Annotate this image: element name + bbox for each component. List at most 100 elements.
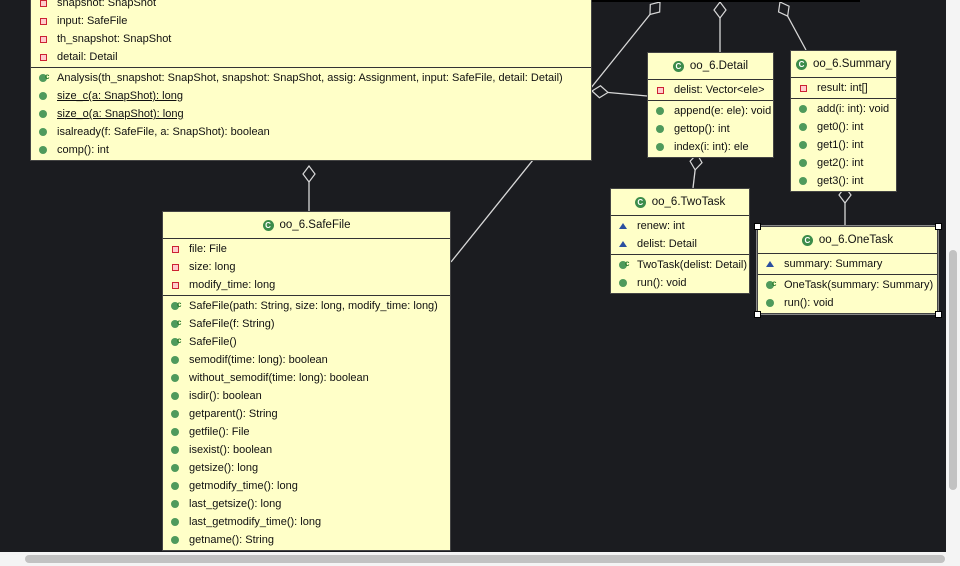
field-text: file: File xyxy=(189,243,227,255)
method-text: isalready(f: SafeFile, a: SnapShot): boo… xyxy=(57,126,270,138)
method-row[interactable]: gettop(): int xyxy=(648,120,773,138)
vertical-scrollbar-thumb[interactable] xyxy=(949,250,957,490)
method-row[interactable]: get2(): int xyxy=(791,154,896,172)
method-row[interactable]: add(i: int): void xyxy=(791,100,896,118)
field-row[interactable]: file: File xyxy=(163,240,450,258)
public-method-icon xyxy=(797,123,809,131)
method-text: append(e: ele): void xyxy=(674,105,772,117)
method-text: getfile(): File xyxy=(189,426,250,438)
method-row[interactable]: last_getmodify_time(): long xyxy=(163,513,450,531)
methods-section: TwoTask(delist: Detail) run(): void xyxy=(611,255,749,293)
method-text: without_semodif(time: long): boolean xyxy=(189,372,369,384)
method-row[interactable]: isalready(f: SafeFile, a: SnapShot): boo… xyxy=(31,123,591,141)
horizontal-scrollbar-thumb[interactable] xyxy=(25,555,945,563)
field-row[interactable]: delist: Detail xyxy=(611,235,749,253)
method-row[interactable]: index(i: int): ele xyxy=(648,138,773,156)
method-text: get0(): int xyxy=(817,121,864,133)
method-row[interactable]: getfile(): File xyxy=(163,423,450,441)
method-row[interactable]: SafeFile() xyxy=(163,332,450,351)
horizontal-scrollbar[interactable] xyxy=(0,552,960,566)
field-row[interactable]: result: int[] xyxy=(791,79,896,97)
public-method-icon xyxy=(37,92,49,100)
method-row[interactable]: getmodify_time(): long xyxy=(163,477,450,495)
class-summary[interactable]: Coo_6.Summary result: int[] add(i: int): v… xyxy=(790,50,897,192)
class-safefile[interactable]: Coo_6.SafeFile file: File size: long modify… xyxy=(162,211,451,551)
class-icon: C xyxy=(262,219,274,231)
method-row[interactable]: isexist(): boolean xyxy=(163,441,450,459)
public-method-icon xyxy=(169,500,181,508)
field-row[interactable]: renew: int xyxy=(611,217,749,235)
method-row[interactable]: OneTask(summary: Summary) xyxy=(758,275,937,294)
method-row[interactable]: get3(): int xyxy=(791,172,896,190)
selection-handle[interactable] xyxy=(935,223,942,230)
method-row[interactable]: SafeFile(f: String) xyxy=(163,314,450,333)
public-method-icon xyxy=(617,279,629,287)
private-field-icon xyxy=(797,84,809,92)
class-icon: C xyxy=(672,60,684,72)
field-row[interactable]: summary: Summary xyxy=(758,255,937,273)
field-row[interactable]: th_snapshot: SnapShot xyxy=(31,30,591,48)
class-analysis[interactable]: snapshot: SnapShot input: SafeFile th_snap… xyxy=(30,0,592,161)
methods-section: Analysis(th_snapshot: SnapShot, snapshot… xyxy=(31,68,591,160)
method-row[interactable]: TwoTask(delist: Detail) xyxy=(611,255,749,274)
class-onetask[interactable]: Coo_6.OneTask summary: Summary OneTask(sum… xyxy=(756,225,939,315)
method-row[interactable]: Analysis(th_snapshot: SnapShot, snapshot… xyxy=(31,68,591,87)
field-row[interactable]: modify_time: long xyxy=(163,276,450,294)
class-detail[interactable]: Coo_6.Detail delist: Vector<ele> append(e:… xyxy=(647,52,774,158)
field-row[interactable]: detail: Detail xyxy=(31,48,591,66)
method-text: size_o(a: SnapShot): long xyxy=(57,108,184,120)
class-name: oo_6.Detail xyxy=(689,60,749,72)
class-icon: C xyxy=(634,196,646,208)
method-row[interactable]: isdir(): boolean xyxy=(163,387,450,405)
method-row[interactable]: SafeFile(path: String, size: long, modif… xyxy=(163,296,450,315)
vertical-scrollbar[interactable] xyxy=(946,0,960,552)
method-row[interactable]: getparent(): String xyxy=(163,405,450,423)
aggregation-diamond-icon xyxy=(777,1,790,17)
method-row[interactable]: size_o(a: SnapShot): long xyxy=(31,105,591,123)
public-method-icon xyxy=(654,107,666,115)
public-method-icon xyxy=(797,105,809,113)
method-row[interactable]: getsize(): long xyxy=(163,459,450,477)
method-text: SafeFile(f: String) xyxy=(189,318,275,330)
aggregation-diamond-icon xyxy=(591,85,609,99)
method-text: last_getmodify_time(): long xyxy=(189,516,322,528)
public-method-icon xyxy=(797,177,809,185)
private-field-icon xyxy=(37,0,49,7)
class-header: Coo_6.Detail xyxy=(648,53,773,80)
method-row[interactable]: last_getsize(): long xyxy=(163,495,450,513)
field-row[interactable]: delist: Vector<ele> xyxy=(648,81,773,99)
private-field-icon xyxy=(37,17,49,25)
method-row[interactable]: append(e: ele): void xyxy=(648,102,773,120)
aggregation-diamond-icon xyxy=(649,1,661,16)
class-header: Coo_6.SafeFile xyxy=(163,212,450,239)
class-twotask[interactable]: Coo_6.TwoTask renew: int delist: Detail Two… xyxy=(610,188,750,294)
class-name: oo_6.SafeFile xyxy=(279,219,351,231)
method-row[interactable]: without_semodif(time: long): boolean xyxy=(163,369,450,387)
selection-handle[interactable] xyxy=(754,223,761,230)
method-row[interactable]: run(): void xyxy=(611,274,749,292)
public-method-icon xyxy=(169,392,181,400)
method-row[interactable]: size_c(a: SnapShot): long xyxy=(31,87,591,105)
method-row[interactable]: get0(): int xyxy=(791,118,896,136)
method-row[interactable]: getname(): String xyxy=(163,531,450,549)
field-text: delist: Vector<ele> xyxy=(674,84,765,96)
class-name: oo_6.TwoTask xyxy=(651,196,726,208)
fields-section: summary: Summary xyxy=(758,254,937,275)
method-text: gettop(): int xyxy=(674,123,730,135)
selection-handle[interactable] xyxy=(935,311,942,318)
selection-handle[interactable] xyxy=(754,311,761,318)
method-row[interactable]: run(): void xyxy=(758,294,937,312)
method-text: isdir(): boolean xyxy=(189,390,262,402)
field-text: size: long xyxy=(189,261,236,273)
public-method-icon xyxy=(169,410,181,418)
method-row[interactable]: comp(): int xyxy=(31,141,591,159)
field-row[interactable]: input: SafeFile xyxy=(31,12,591,30)
private-field-icon xyxy=(37,53,49,61)
method-text: semodif(time: long): boolean xyxy=(189,354,328,366)
field-row[interactable]: size: long xyxy=(163,258,450,276)
field-row[interactable]: snapshot: SnapShot xyxy=(31,0,591,12)
method-row[interactable]: get1(): int xyxy=(791,136,896,154)
method-row[interactable]: semodif(time: long): boolean xyxy=(163,351,450,369)
public-method-icon xyxy=(654,125,666,133)
method-text: index(i: int): ele xyxy=(674,141,749,153)
